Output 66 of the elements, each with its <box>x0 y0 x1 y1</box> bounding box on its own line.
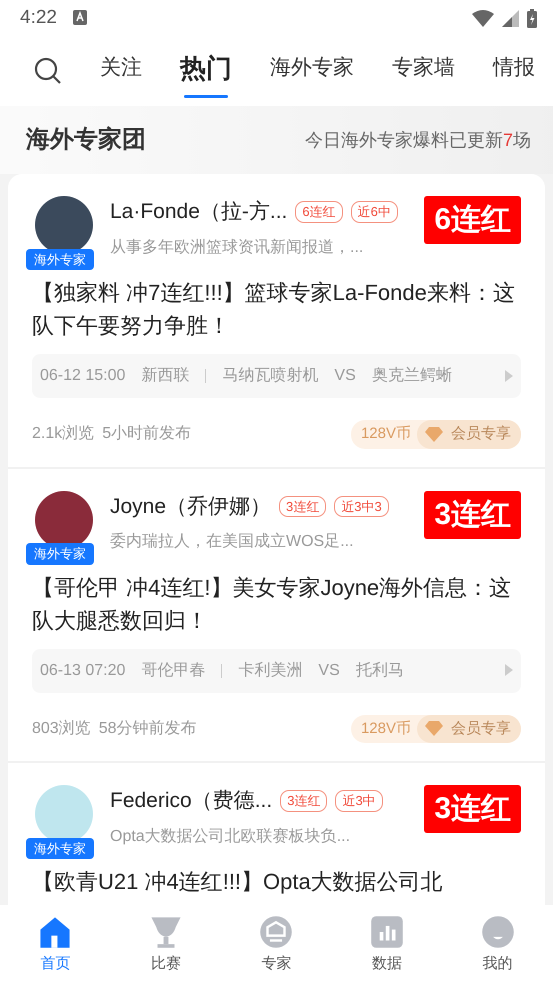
streak-stamp: 3连红 <box>424 785 521 833</box>
record-tag: 近6中 <box>350 201 398 222</box>
bottom-nav-item[interactable]: 专家 <box>221 905 332 984</box>
league-name: 哥伦甲春 <box>141 660 206 680</box>
diamond-icon <box>425 426 443 442</box>
price-label: 128V币 <box>360 424 412 444</box>
post-title[interactable]: 【欧青U21 冲4连红!!!】Opta大数据公司北 <box>32 865 521 898</box>
streak-tag: 3连红 <box>279 496 326 517</box>
nav-tab[interactable]: 关注 <box>100 48 142 94</box>
play-arrow-icon <box>505 664 513 676</box>
home-team: 马纳瓦喷射机 <box>222 366 318 386</box>
streak-tag: 3连红 <box>280 790 328 812</box>
nav-tab[interactable]: 海外专家 <box>270 48 354 94</box>
streak-stamp: 3连红 <box>424 490 521 538</box>
expert-bio: Opta大数据公司北欧联赛板块负... <box>110 826 352 846</box>
post-title[interactable]: 【哥伦甲 冲4连红!】美女专家Joyne海外信息：这队大腿悉数回归！ <box>32 570 521 636</box>
match-time: 06-13 07:20 <box>40 660 126 680</box>
play-arrow-icon <box>505 370 513 382</box>
status-time: 4:22 <box>20 6 57 30</box>
streak-tag: 6连红 <box>295 201 343 222</box>
bottom-nav-item[interactable]: 首页 <box>0 905 111 984</box>
record-tag: 近3中3 <box>334 496 389 517</box>
expert-badge: 海外专家 <box>26 543 94 564</box>
record-tag: 近3中 <box>335 790 383 812</box>
streak-stamp: 6连红 <box>424 196 521 244</box>
home-icon <box>38 915 72 949</box>
diamond-icon <box>425 721 443 736</box>
post-time: 5小时前发布 <box>102 424 192 444</box>
view-count: 803浏览 <box>32 718 91 739</box>
expert-badge: 海外专家 <box>26 248 94 270</box>
expert-bio: 委内瑞拉人，在美国成立WOS足... <box>110 532 355 552</box>
keyboard-indicator-icon <box>72 10 87 26</box>
expert-name: La·Fonde（拉-方... <box>110 199 288 225</box>
home-team: 卡利美洲 <box>238 660 302 680</box>
trophy-icon <box>148 915 183 949</box>
bottom-nav-item[interactable]: 我的 <box>442 905 553 984</box>
search-icon[interactable] <box>34 57 62 85</box>
expert-name: Federico（费德... <box>110 788 272 814</box>
bottom-nav-item[interactable]: 比赛 <box>110 905 222 984</box>
price-label: 128V币 <box>360 718 412 738</box>
nav-tab[interactable]: 专家墙 <box>392 48 455 94</box>
expert-bio: 从事多年欧洲篮球资讯新闻报道，... <box>110 238 364 258</box>
member-label: 会员专享 <box>451 424 511 444</box>
versus-label: VS <box>318 660 340 680</box>
badge-icon <box>259 915 294 949</box>
view-count: 2.1k浏览 <box>32 424 94 444</box>
away-team: 托利马 <box>356 660 404 680</box>
post-time: 58分钟前发布 <box>98 718 196 739</box>
away-team: 奥克兰鳄蜥 <box>372 366 452 386</box>
versus-label: VS <box>334 366 356 386</box>
league-name: 新西联 <box>141 366 190 386</box>
battery-icon <box>527 8 537 28</box>
expert-name: Joyne（乔伊娜） <box>110 494 272 520</box>
match-time: 06-12 15:00 <box>40 366 126 386</box>
wifi-icon <box>472 10 494 26</box>
signal-icon <box>502 10 519 26</box>
bar-chart-icon <box>370 915 404 949</box>
expert-badge: 海外专家 <box>26 838 94 859</box>
section-title: 海外专家团 <box>26 125 146 155</box>
post-title[interactable]: 【独家料 冲7连红!!!】篮球专家La-Fonde来料：这队下午要努力争胜！ <box>32 276 521 342</box>
smiley-icon <box>480 915 515 949</box>
nav-tab[interactable]: 情报 <box>493 48 535 94</box>
update-notice: 今日海外专家爆料已更新7场 <box>304 128 531 152</box>
nav-tab[interactable]: 热门 <box>180 44 232 98</box>
bottom-nav-item[interactable]: 数据 <box>332 905 442 984</box>
member-label: 会员专享 <box>451 718 511 738</box>
